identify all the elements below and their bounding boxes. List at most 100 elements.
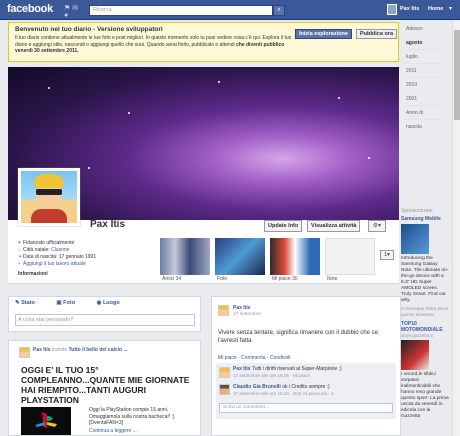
page-scrollbar[interactable]: [452, 20, 460, 436]
add-work-link[interactable]: Aggiungi il tuo lavoro attuale: [23, 261, 86, 267]
search-input[interactable]: Ricerca: [89, 5, 273, 16]
photos-label[interactable]: Foto: [217, 276, 227, 282]
developer-preview-banner: Benvenuto nel tuo diario - Versione svil…: [8, 22, 399, 62]
cover-star: [218, 81, 220, 83]
comment: Claudio Gia Brunelli ok i Credits sempre…: [233, 384, 393, 390]
playstation-logo-icon: [35, 412, 57, 428]
tab-status[interactable]: ✎ Stato: [15, 300, 45, 306]
info-text: Fidanzato ufficialmente: [23, 240, 75, 246]
status-input[interactable]: A cosa stai pensando?: [15, 314, 195, 326]
view-activity-button[interactable]: Visualizza attività: [307, 220, 361, 232]
profile-avatar-image: [21, 171, 77, 223]
post-actions[interactable]: Mi piace · Commenta · Condividi: [218, 355, 291, 361]
tab-place[interactable]: ◉ Luogo: [97, 300, 130, 306]
comment-meta[interactable]: 17 settembre alle ore 19.05 · Mi piace: [233, 373, 310, 378]
tab-photo-label: Foto: [63, 300, 76, 306]
ad-image[interactable]: [401, 224, 429, 254]
cover-star: [88, 167, 90, 169]
timeline-item[interactable]: luglio: [404, 50, 440, 64]
timeline-post-left: Pax Itis tramite Tutto il bello del calc…: [8, 340, 201, 436]
cover-star: [128, 112, 130, 114]
photos-thumbnail[interactable]: [215, 238, 265, 275]
publish-now-button[interactable]: Pubblica ora: [356, 29, 398, 39]
comment-input[interactable]: Scrivi un commento...: [219, 403, 393, 413]
info-hometown: ⌂ Città natale: Clusone: [18, 247, 138, 254]
post-headline: OGGI E' IL TUO 15° COMPLEANNO...QUANTE M…: [21, 365, 190, 405]
ad-text: I record,le sfide,i sorpassi indimentica…: [401, 372, 449, 419]
profile-picture[interactable]: [18, 168, 80, 226]
post-author-link[interactable]: Pax Itis: [33, 347, 51, 353]
post-body: Oggi la PlayStation compie 15 anni. Omag…: [89, 407, 175, 426]
ad-title[interactable]: Samsung Mobile: [401, 216, 459, 222]
timeline-item[interactable]: Anno di nascita: [404, 106, 440, 130]
notes-label[interactable]: Note: [327, 276, 338, 282]
comment-meta[interactable]: 17 settembre alle ore 19.23 · Non mi pia…: [233, 391, 334, 396]
post-text: Vivere senza tentare, significa rimanere…: [218, 330, 378, 344]
comment: Pax Itis Tutti i diritti riservati al Su…: [233, 366, 393, 372]
info-tab[interactable]: Informazioni: [18, 271, 138, 278]
ad-social: A Giuseppe Stirre piace questo elemento.: [401, 306, 449, 317]
post-date[interactable]: 17 settembre: [233, 312, 261, 317]
home-link[interactable]: Home: [428, 6, 443, 12]
avatar[interactable]: [19, 347, 30, 358]
post-page-link[interactable]: Tutto il bello del calcio ...: [69, 347, 128, 353]
status-composer: ✎ Stato ▣ Foto ◉ Luogo A cosa stai pensa…: [8, 296, 201, 332]
timeline-item[interactable]: Adesso: [404, 22, 440, 36]
ad-title[interactable]: TOP10 MOTOMONDIALE: [401, 321, 449, 333]
comment-author-link[interactable]: Pax Itis: [233, 366, 251, 372]
avatar-hair: [34, 174, 64, 188]
cover-star: [338, 97, 340, 99]
cover-star: [368, 157, 370, 159]
scrollbar-thumb[interactable]: [454, 30, 460, 120]
timeline-item[interactable]: 2011: [404, 64, 440, 78]
comment-author-link[interactable]: Claudio Gia Brunelli: [233, 384, 281, 390]
ad-site[interactable]: store.gazzetta.it: [401, 333, 459, 338]
friends-thumbnail[interactable]: [160, 238, 210, 275]
playstation-image[interactable]: [21, 407, 71, 435]
read-more-link[interactable]: Continua a leggere ...: [89, 428, 137, 434]
avatar-glasses: [36, 189, 62, 195]
timeline-item[interactable]: 2010: [404, 78, 440, 92]
profile-name: Pax Itis: [90, 219, 126, 230]
avatar[interactable]: [387, 4, 397, 15]
info-relationship: ♥ Fidanzato ufficialmente: [18, 240, 138, 247]
hometown-link[interactable]: Clusone: [51, 247, 69, 253]
friends-label[interactable]: Amici 34: [162, 276, 181, 282]
user-name-link[interactable]: Pax Itis: [400, 6, 419, 12]
avatar[interactable]: [219, 384, 230, 395]
timeline-item[interactable]: 2001: [404, 92, 440, 106]
ad-image[interactable]: [401, 340, 429, 370]
post-via-text: tramite: [51, 347, 68, 353]
avatar-shirt: [31, 209, 67, 223]
avatar[interactable]: [219, 367, 230, 378]
comment-text: ok i Credits sempre :): [282, 384, 330, 390]
account-menu-chevron-down-icon[interactable]: ▾: [449, 5, 452, 12]
facebook-logo[interactable]: facebook: [7, 3, 53, 15]
comment-text: Tutti i diritti riservati al Super-Marpi…: [251, 366, 342, 372]
timeline-item-selected[interactable]: agosto: [404, 36, 440, 50]
info-text: Data di nascita: 17 gennaio 1991: [23, 254, 97, 260]
profile-info-list: ♥ Fidanzato ufficialmente ⌂ Città natale: …: [18, 240, 138, 278]
likes-label[interactable]: Mi piace 30: [272, 276, 298, 282]
sections-dropdown-value: 1: [384, 252, 388, 258]
start-tour-button[interactable]: Inizia esplorazione: [295, 29, 352, 39]
info-birthday: ✦Data di nascita: 17 gennaio 1991: [18, 254, 138, 261]
sections-dropdown[interactable]: 1▾: [380, 250, 394, 260]
timeline-nav: Adesso agosto luglio 2011 2010 2001 Anno…: [404, 22, 440, 130]
notes-thumbnail[interactable]: [325, 238, 375, 275]
info-add-work: + Aggiungi il tuo lavoro attuale: [18, 261, 138, 268]
likes-thumbnail[interactable]: [270, 238, 320, 275]
avatar[interactable]: [218, 305, 229, 316]
tab-status-label: Stato: [21, 300, 35, 306]
info-text: Città natale:: [23, 247, 52, 253]
notification-jewels-icon[interactable]: ⚑ ✉ ●: [64, 4, 84, 19]
post-author-link[interactable]: Pax Itis: [233, 305, 251, 311]
gear-icon[interactable]: ⚙▾: [368, 220, 386, 232]
search-icon[interactable]: ⌕: [273, 5, 285, 16]
comments-section: Pax Itis Tutti i diritti riservati al Su…: [216, 363, 396, 419]
tab-photo[interactable]: ▣ Foto: [56, 300, 85, 306]
post-header: Pax Itis tramite Tutto il bello del calc…: [33, 347, 128, 353]
update-info-button[interactable]: Update Info: [264, 220, 303, 232]
ad-text: Introducing the Samsung Galaxy Note. The…: [401, 256, 449, 303]
top-bar: facebook ⚑ ✉ ● Ricerca ⌕ Pax Itis Home ▾: [0, 0, 460, 20]
